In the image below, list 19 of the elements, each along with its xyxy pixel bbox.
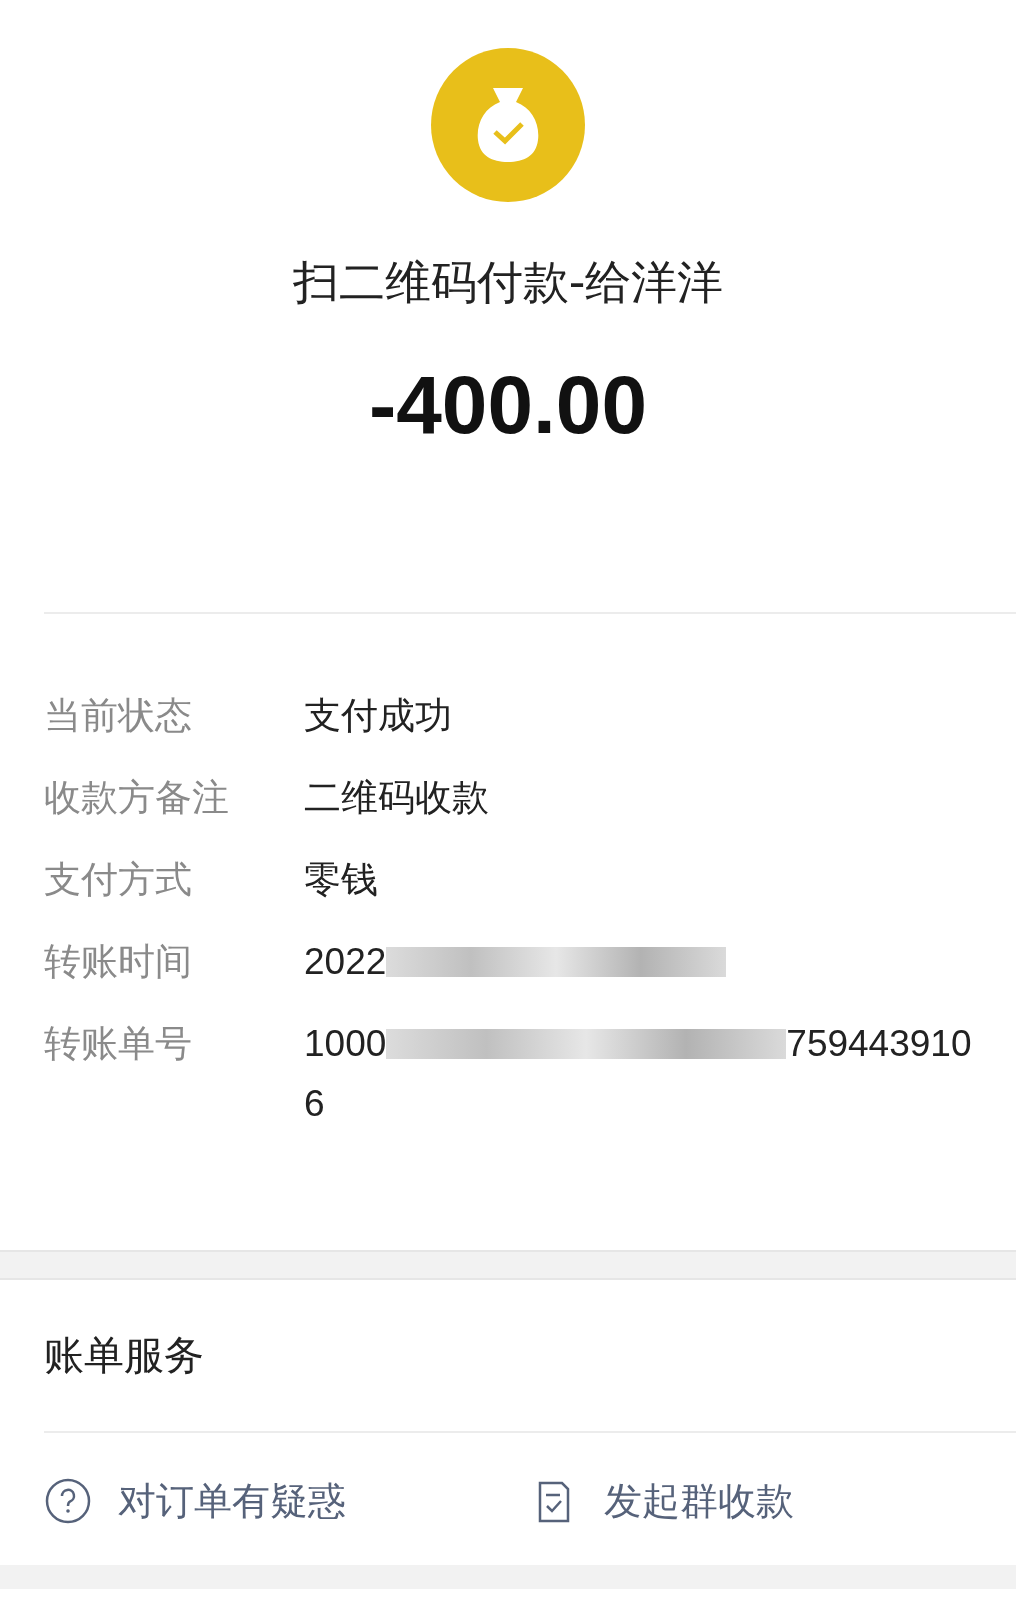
detail-value: 6	[304, 1082, 326, 1126]
detail-label: 当前状态	[44, 694, 193, 738]
help-icon	[44, 1477, 92, 1525]
detail-label: 转账单号	[44, 1022, 193, 1066]
detail-value: 零钱	[304, 858, 378, 902]
detail-label: 支付方式	[44, 858, 193, 902]
detail-label: 收款方备注	[44, 776, 230, 820]
money-bag-icon	[431, 48, 585, 202]
action-link[interactable]: 对订单有疑惑	[44, 1473, 530, 1529]
detail-value: 2022	[304, 940, 387, 984]
detail-label: 转账时间	[44, 940, 193, 984]
payment-title: 扫二维码付款-给洋洋	[292, 254, 724, 311]
section-title: 账单服务	[43, 1331, 205, 1380]
detail-value: 759443910	[786, 1022, 972, 1066]
detail-value: 1000	[304, 1022, 387, 1066]
amount: -400.00	[368, 358, 648, 452]
action-link[interactable]: 发起群收款	[530, 1473, 1016, 1529]
detail-value: 支付成功	[304, 694, 452, 738]
detail-value: 二维码收款	[304, 776, 489, 820]
